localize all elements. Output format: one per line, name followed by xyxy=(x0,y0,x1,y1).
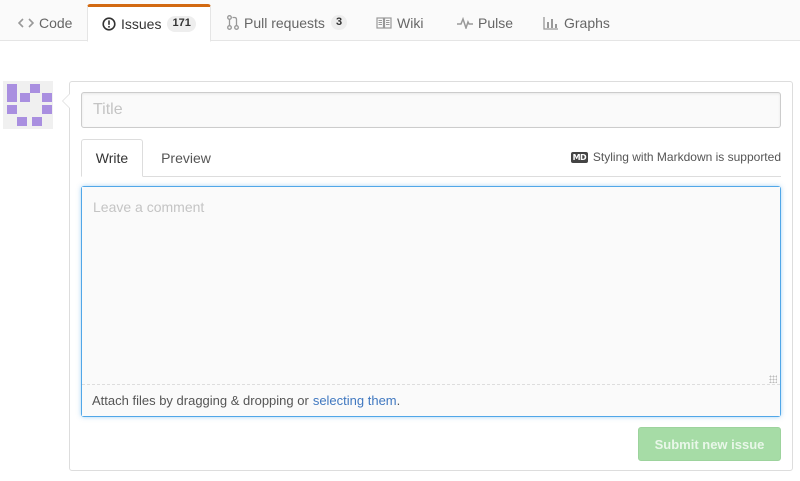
issue-opened-icon xyxy=(102,17,116,31)
code-icon xyxy=(18,17,34,29)
markdown-icon: MD xyxy=(570,151,588,163)
attach-text: Attach files by dragging & dropping or xyxy=(92,393,309,408)
tab-graphs[interactable]: Graphs xyxy=(543,4,610,41)
tab-preview[interactable]: Preview xyxy=(146,139,226,177)
submit-new-issue-button[interactable]: Submit new issue xyxy=(638,427,781,461)
graph-icon xyxy=(543,16,559,30)
comment-editor: Attach files by dragging & dropping or s… xyxy=(81,186,781,417)
tab-pulse[interactable]: Pulse xyxy=(457,4,513,41)
tab-issues-label: Issues xyxy=(121,16,162,32)
comment-textarea[interactable] xyxy=(82,187,780,384)
issue-title-input[interactable] xyxy=(81,92,781,128)
book-icon xyxy=(376,16,392,29)
select-files-link[interactable]: selecting them xyxy=(313,393,397,408)
issues-count-badge: 171 xyxy=(167,16,196,32)
tab-pulse-label: Pulse xyxy=(478,14,514,31)
tab-graphs-label: Graphs xyxy=(564,14,610,31)
tab-wiki-label: Wiki xyxy=(397,14,424,31)
tab-pull-requests[interactable]: Pull requests 3 xyxy=(227,4,348,41)
tab-issues[interactable]: Issues 171 xyxy=(87,4,211,42)
attach-suffix: . xyxy=(396,393,401,408)
pull-requests-count-badge: 3 xyxy=(330,14,348,31)
file-attach-bar[interactable]: Attach files by dragging & dropping or s… xyxy=(82,384,780,416)
resize-grip[interactable] xyxy=(769,375,777,383)
tab-write[interactable]: Write xyxy=(81,139,143,177)
markdown-hint[interactable]: MD Styling with Markdown is supported xyxy=(570,150,781,164)
repo-nav: Code Issues 171 Pull requests 3 Wiki Pul… xyxy=(0,0,800,42)
git-pull-request-icon xyxy=(227,15,239,30)
tab-wiki[interactable]: Wiki xyxy=(376,4,423,41)
tab-code[interactable]: Code xyxy=(18,4,72,41)
markdown-hint-text: Styling with Markdown is supported xyxy=(592,150,781,164)
tab-code-label: Code xyxy=(39,14,73,31)
tab-pull-requests-label: Pull requests xyxy=(244,14,325,31)
pulse-icon xyxy=(457,16,473,29)
avatar[interactable] xyxy=(3,81,53,129)
